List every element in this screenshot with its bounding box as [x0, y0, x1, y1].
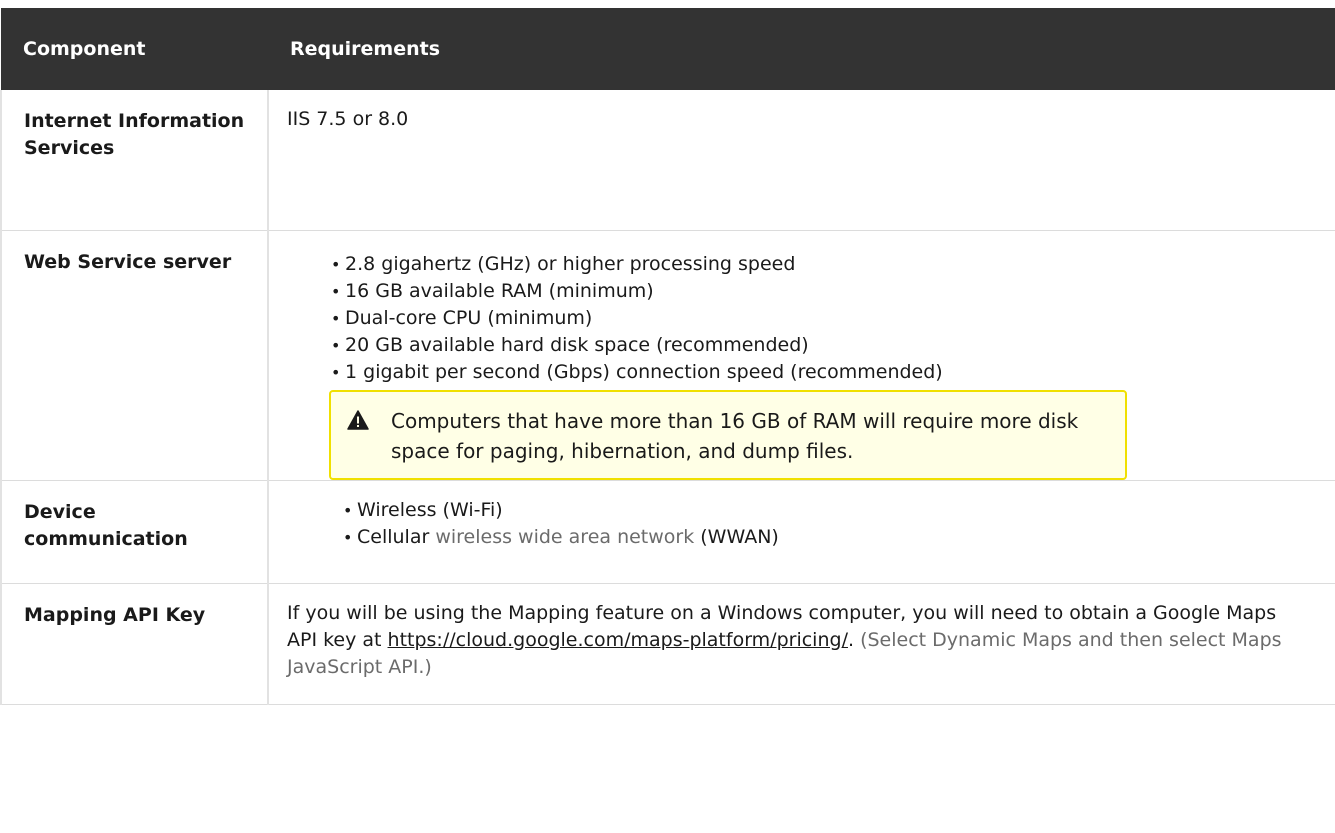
requirement-cell: Wireless (Wi-Fi) Cellular wireless wide …	[268, 480, 1335, 584]
list-item: Wireless (Wi-Fi)	[341, 497, 1335, 524]
top-margin	[0, 0, 1335, 8]
component-cell: Web Service server	[0, 230, 269, 481]
requirement-list: 2.8 gigahertz (GHz) or higher processing…	[329, 251, 1335, 386]
wwan-link[interactable]: wireless wide area network	[435, 526, 694, 548]
requirements-table: Component Requirements Internet Informat…	[0, 8, 1335, 705]
list-item: 16 GB available RAM (minimum)	[329, 278, 1335, 305]
component-cell: Device communication	[0, 480, 269, 584]
warning-callout: Computers that have more than 16 GB of R…	[329, 390, 1127, 480]
requirement-cell: 2.8 gigahertz (GHz) or higher processing…	[268, 230, 1335, 481]
mapping-period: .	[847, 629, 861, 651]
table-row: Mapping API Key If you will be using the…	[0, 583, 1335, 705]
list-item-text: Cellular	[357, 526, 436, 548]
table-row: Web Service server 2.8 gigahertz (GHz) o…	[0, 230, 1335, 481]
google-maps-pricing-link[interactable]: https://cloud.google.com/maps-platform/p…	[388, 629, 848, 651]
header-component: Component	[1, 8, 268, 90]
component-cell: Mapping API Key	[0, 583, 269, 705]
header-requirements: Requirements	[268, 8, 1335, 90]
requirement-list: Wireless (Wi-Fi) Cellular wireless wide …	[341, 497, 1335, 551]
table-row: Internet Information Services IIS 7.5 or…	[0, 90, 1335, 231]
table-row: Device communication Wireless (Wi-Fi) Ce…	[0, 480, 1335, 584]
requirement-cell: IIS 7.5 or 8.0	[268, 90, 1335, 231]
warning-icon	[347, 410, 369, 430]
list-item: Dual-core CPU (minimum)	[329, 305, 1335, 332]
list-item: 20 GB available hard disk space (recomme…	[329, 332, 1335, 359]
list-item: 1 gigabit per second (Gbps) connection s…	[329, 359, 1335, 386]
table-header-row: Component Requirements	[1, 8, 1335, 90]
warning-text: Computers that have more than 16 GB of R…	[391, 409, 1079, 463]
list-item: 2.8 gigahertz (GHz) or higher processing…	[329, 251, 1335, 278]
list-item: Cellular wireless wide area network (WWA…	[341, 524, 1335, 551]
requirement-cell: If you will be using the Mapping feature…	[268, 583, 1335, 705]
component-cell: Internet Information Services	[0, 90, 269, 231]
mapping-text: If you will be using the Mapping feature…	[287, 600, 1335, 681]
list-item-text: (WWAN)	[694, 526, 779, 548]
